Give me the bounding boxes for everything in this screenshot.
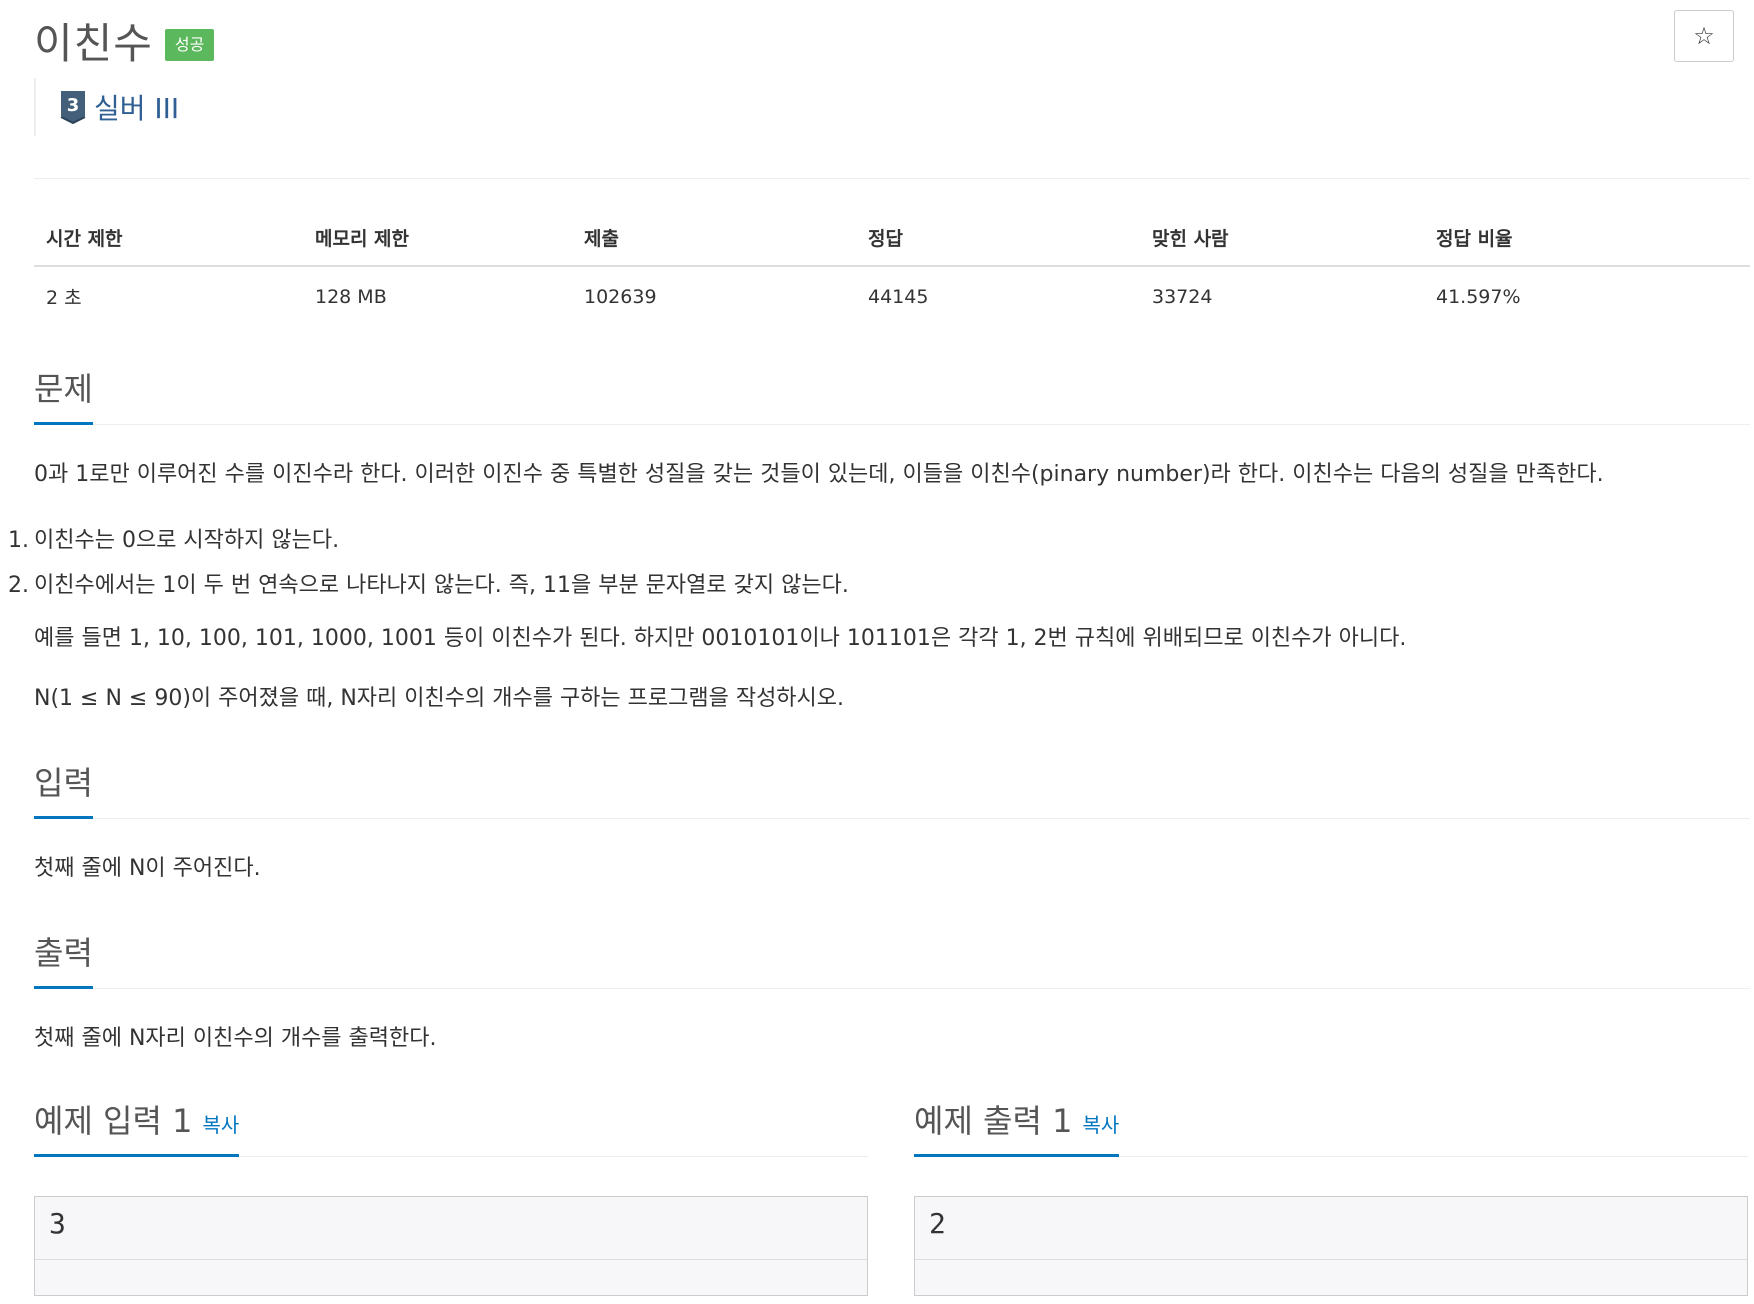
problem-info-table: 시간 제한 메모리 제한 제출 정답 맞힌 사람 정답 비율 2 초 128 M… bbox=[34, 214, 1750, 322]
sample-output-divider bbox=[915, 1259, 1747, 1260]
list-item: 2. 이친수에서는 1이 두 번 연속으로 나타나지 않는다. 즉, 11을 부… bbox=[8, 563, 849, 608]
input-heading: 입력 bbox=[34, 758, 93, 819]
sample-output-value: 2 bbox=[929, 1207, 946, 1240]
sample-output-box[interactable]: 2 bbox=[914, 1196, 1748, 1296]
sample-input-heading-wrap: 예제 입력 1 복사 bbox=[34, 1096, 240, 1157]
silver-tier-icon: 3 bbox=[60, 91, 86, 124]
accepted-value: 44145 bbox=[868, 285, 929, 308]
input-section-header: 입력 bbox=[34, 758, 1750, 819]
output-description: 첫째 줄에 N자리 이친수의 개수를 출력한다. bbox=[34, 1026, 437, 1051]
time-limit-value: 2 초 bbox=[46, 287, 82, 309]
copy-input-link[interactable]: 복사 bbox=[202, 1113, 239, 1137]
problem-example-text: 예를 들면 1, 10, 100, 101, 1000, 1001 등이 이친수… bbox=[34, 626, 1407, 651]
list-text: 이친수는 0으로 시작하지 않는다. bbox=[34, 528, 340, 553]
list-item: 1. 이친수는 0으로 시작하지 않는다. bbox=[8, 518, 849, 563]
problem-heading: 문제 bbox=[34, 364, 93, 425]
sample-input-divider bbox=[35, 1259, 867, 1260]
sample-output-heading: 예제 출력 1 bbox=[914, 1102, 1073, 1140]
input-description: 첫째 줄에 N이 주어진다. bbox=[34, 856, 261, 881]
favorite-button[interactable]: ☆ bbox=[1674, 10, 1734, 62]
status-badge: 성공 bbox=[164, 28, 215, 61]
submissions-value: 102639 bbox=[584, 285, 657, 308]
rule-list: 1. 이친수는 0으로 시작하지 않는다. 2. 이친수에서는 1이 두 번 연… bbox=[8, 518, 849, 608]
memory-limit-value: 128 MB bbox=[315, 285, 387, 308]
list-text: 이친수에서는 1이 두 번 연속으로 나타나지 않는다. 즉, 11을 부분 문… bbox=[34, 573, 849, 598]
problem-intro: 0과 1로만 이루어진 수를 이진수라 한다. 이러한 이진수 중 특별한 성질… bbox=[34, 462, 1604, 487]
copy-output-link[interactable]: 복사 bbox=[1082, 1113, 1119, 1137]
list-number: 1. bbox=[8, 528, 29, 553]
solvers-value: 33724 bbox=[1152, 285, 1213, 308]
header-divider bbox=[34, 178, 1750, 179]
problem-task: N(1 ≤ N ≤ 90)이 주어졌을 때, N자리 이친수의 개수를 구하는 … bbox=[34, 686, 845, 711]
problem-title: 이친수 bbox=[34, 19, 153, 68]
sample-output-heading-wrap: 예제 출력 1 복사 bbox=[914, 1096, 1120, 1157]
accepted-header: 정답 bbox=[856, 214, 1140, 267]
output-section-header: 출력 bbox=[34, 928, 1750, 989]
time-limit-header: 시간 제한 bbox=[34, 214, 303, 267]
sample-input-header: 예제 입력 1 복사 bbox=[34, 1096, 868, 1157]
star-icon: ☆ bbox=[1693, 22, 1715, 50]
list-number: 2. bbox=[8, 573, 29, 598]
sample-input-value: 3 bbox=[49, 1207, 66, 1240]
tier-label[interactable]: 실버 III bbox=[94, 87, 179, 127]
memory-limit-header: 메모리 제한 bbox=[303, 214, 572, 267]
title-row: 이친수 성공 bbox=[34, 10, 215, 71]
submissions-header: 제출 bbox=[572, 214, 856, 267]
tier-number: 3 bbox=[67, 95, 80, 116]
info-value-row: 2 초 128 MB 102639 44145 33724 41.597% bbox=[34, 266, 1750, 322]
accept-ratio-header: 정답 비율 bbox=[1424, 214, 1750, 267]
sample-input-box[interactable]: 3 bbox=[34, 1196, 868, 1296]
output-heading: 출력 bbox=[34, 928, 93, 989]
accept-ratio-value: 41.597% bbox=[1436, 285, 1521, 308]
tier-box: 3 실버 III bbox=[34, 78, 179, 136]
sample-output-header: 예제 출력 1 복사 bbox=[914, 1096, 1748, 1157]
problem-section-header: 문제 bbox=[34, 364, 1750, 425]
sample-input-heading: 예제 입력 1 bbox=[34, 1102, 193, 1140]
info-header-row: 시간 제한 메모리 제한 제출 정답 맞힌 사람 정답 비율 bbox=[34, 214, 1750, 267]
solvers-header: 맞힌 사람 bbox=[1140, 214, 1424, 267]
